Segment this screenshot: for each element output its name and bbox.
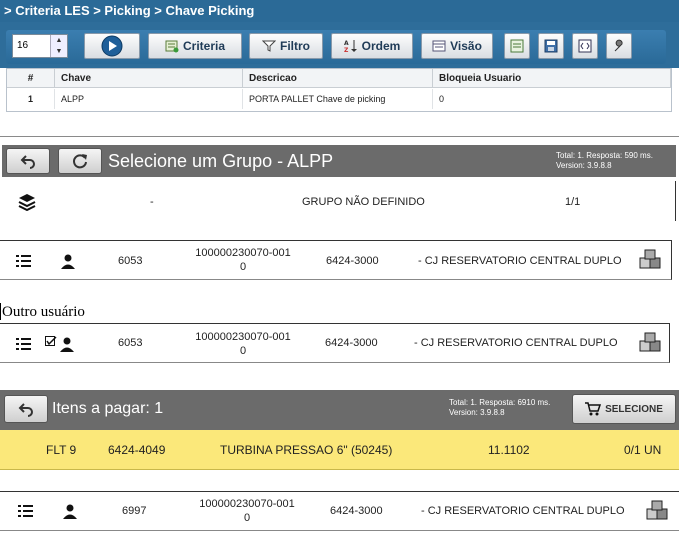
- group-count: 1/1: [565, 196, 581, 208]
- column-header-bloqueia[interactable]: Bloqueia Usuario: [433, 69, 671, 88]
- column-header-index[interactable]: #: [7, 69, 55, 88]
- settings-button[interactable]: [606, 33, 632, 59]
- user-icon: [62, 503, 78, 519]
- item-ref: 6424-3000: [330, 505, 383, 517]
- wrench-icon: [614, 39, 623, 52]
- view-icon: [432, 40, 446, 52]
- divider: [0, 136, 679, 137]
- boxes-icon[interactable]: [638, 331, 662, 355]
- visao-button[interactable]: Visão: [421, 33, 493, 59]
- ordem-label: Ordem: [361, 39, 401, 53]
- stepper-up-icon[interactable]: ▲: [51, 35, 67, 46]
- item-desc: - CJ RESERVATORIO CENTRAL DUPLO: [421, 505, 625, 517]
- list-icon[interactable]: [16, 255, 31, 267]
- page-size-stepper[interactable]: 16 ▲ ▼: [12, 34, 68, 58]
- item-ref: 6424-3000: [325, 337, 378, 349]
- page-size-value: 16: [17, 40, 29, 51]
- breadcrumb: > Criteria LES > Picking > Chave Picking: [0, 0, 679, 22]
- page-title: Itens a pagar: 1: [52, 400, 164, 417]
- select-button-label: SELECIONE: [605, 403, 663, 415]
- user-icon: [59, 336, 75, 352]
- back-button[interactable]: [4, 395, 48, 423]
- export-icon: [510, 39, 524, 53]
- criteria-button[interactable]: Criteria: [148, 33, 242, 59]
- list-icon[interactable]: [18, 505, 33, 517]
- item-doc: 100000230070-001: [195, 247, 291, 259]
- version-info: Version: 3.9.8.8: [449, 408, 505, 417]
- response-info: Total: 1. Resposta: 590 ms.: [556, 151, 653, 160]
- filter-icon: [262, 40, 276, 52]
- group-name: GRUPO NÃO DEFINIDO: [302, 196, 425, 208]
- export-button[interactable]: [504, 33, 530, 59]
- back-arrow-icon: [20, 155, 35, 169]
- criteria-icon: [165, 40, 179, 53]
- stepper-down-icon[interactable]: ▼: [51, 46, 67, 57]
- boxes-icon[interactable]: [638, 248, 662, 272]
- item-desc: - CJ RESERVATORIO CENTRAL DUPLO: [414, 337, 618, 349]
- table-cell[interactable]: PORTA PALLET Chave de picking: [243, 89, 433, 109]
- text-cursor: [0, 303, 1, 320]
- version-info: Version: 3.9.8.8: [556, 161, 612, 170]
- item-location: FLT 9: [46, 443, 77, 457]
- save-button[interactable]: [538, 33, 564, 59]
- code-button[interactable]: [572, 33, 598, 59]
- filtro-label: Filtro: [280, 39, 310, 53]
- sort-az-icon: A Z: [344, 40, 357, 53]
- checkbox-icon[interactable]: [45, 336, 57, 348]
- play-button[interactable]: [84, 33, 140, 59]
- user-icon: [60, 253, 76, 269]
- item-code: 6053: [118, 255, 143, 267]
- item-doc-suffix: 0: [239, 345, 247, 357]
- select-button[interactable]: SELECIONE: [572, 394, 676, 424]
- other-user-note: Outro usuário: [2, 304, 85, 320]
- visao-label: Visão: [450, 39, 482, 53]
- criteria-label: Criteria: [182, 39, 226, 53]
- column-header-chave[interactable]: Chave: [55, 69, 243, 88]
- svg-text:Z: Z: [344, 47, 349, 53]
- play-icon: [101, 35, 123, 57]
- item-doc: 100000230070-001: [199, 498, 295, 510]
- item-ref: 6424-4049: [108, 443, 166, 457]
- svg-text:A: A: [344, 40, 349, 47]
- refresh-button[interactable]: [58, 148, 102, 174]
- ordem-button[interactable]: A Z Ordem: [331, 33, 413, 59]
- list-icon[interactable]: [16, 338, 31, 350]
- table-cell[interactable]: ALPP: [55, 89, 243, 109]
- column-header-descricao[interactable]: Descricao: [243, 69, 433, 88]
- boxes-icon[interactable]: [645, 499, 669, 523]
- cart-icon: [585, 402, 602, 416]
- item-ref: 6424-3000: [326, 255, 379, 267]
- item-code: 6053: [118, 337, 143, 349]
- item-desc: - CJ RESERVATORIO CENTRAL DUPLO: [418, 255, 622, 267]
- page-title: Selecione um Grupo - ALPP: [108, 151, 334, 171]
- item-desc: TURBINA PRESSAO 6" (50245): [220, 443, 393, 457]
- item-qty: 11.1102: [488, 443, 530, 457]
- response-info: Total: 1. Resposta: 6910 ms.: [449, 398, 551, 407]
- code-icon: [578, 39, 592, 53]
- filtro-button[interactable]: Filtro: [249, 33, 323, 59]
- refresh-icon: [73, 154, 87, 169]
- item-progress: 0/1 UN: [624, 443, 662, 457]
- save-icon: [544, 39, 558, 53]
- table-cell: 1: [7, 89, 55, 109]
- item-doc: 100000230070-001: [195, 331, 291, 343]
- back-button[interactable]: [6, 148, 50, 174]
- group-dash: -: [150, 196, 154, 208]
- table-cell[interactable]: 0: [433, 89, 671, 109]
- back-arrow-icon: [18, 403, 33, 417]
- item-code: 6997: [122, 505, 147, 517]
- layers-icon: [18, 193, 36, 211]
- item-doc-suffix: 0: [243, 512, 251, 524]
- item-doc-suffix: 0: [239, 261, 247, 273]
